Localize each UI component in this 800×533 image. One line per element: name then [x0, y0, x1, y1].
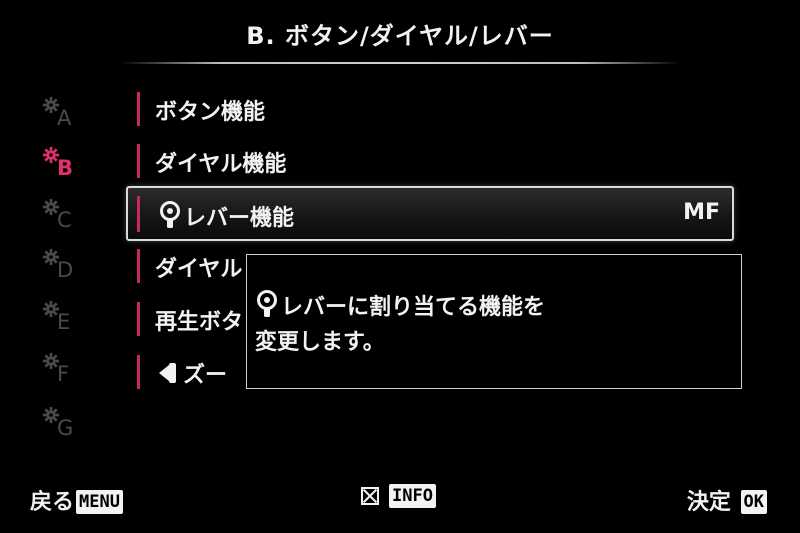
menu-item-label: ボタン機能 — [155, 100, 266, 125]
item-marker — [137, 144, 140, 178]
menu-item-button-function[interactable]: ボタン機能 — [137, 90, 737, 126]
ok-key: OK — [740, 490, 767, 514]
tab-custom-c[interactable]: C — [42, 198, 92, 238]
item-marker — [137, 249, 140, 283]
info-hint[interactable]: INFO — [361, 484, 436, 509]
menu-item-label: ズー — [183, 363, 228, 388]
close-box-icon — [361, 487, 379, 505]
menu-title: B. ボタン/ダイヤル/レバー — [246, 22, 554, 50]
tab-letter: G — [57, 416, 74, 440]
lever-icon — [160, 201, 180, 228]
tab-custom-b[interactable]: B — [42, 146, 92, 186]
tab-custom-f[interactable]: F — [42, 352, 92, 392]
menu-item-lever-function[interactable]: レバー機能 MF — [126, 186, 734, 241]
lever-icon — [257, 290, 277, 317]
zoom-lever-icon — [159, 363, 176, 383]
tab-letter: F — [57, 362, 70, 386]
tab-letter: A — [57, 106, 72, 130]
tab-letter: E — [57, 310, 71, 334]
help-text-line-1: レバーに割り当てる機能を — [281, 295, 546, 320]
back-hint[interactable]: 戻る MENU — [30, 484, 123, 516]
item-marker — [137, 92, 140, 126]
menu-item-label: ダイヤル — [155, 257, 243, 282]
tab-custom-d[interactable]: D — [42, 248, 92, 288]
title-divider — [120, 62, 680, 64]
confirm-hint[interactable]: 決定 OK — [687, 484, 767, 516]
tab-letter: B — [57, 156, 74, 180]
item-marker — [137, 302, 140, 336]
info-key: INFO — [389, 484, 436, 508]
tab-custom-g[interactable]: G — [42, 406, 92, 446]
help-text-line-2: 変更します。 — [255, 330, 385, 355]
menu-item-label: ダイヤル機能 — [155, 152, 287, 177]
tab-letter: C — [57, 208, 72, 232]
item-marker — [137, 196, 140, 232]
back-label: 戻る — [30, 490, 75, 515]
confirm-label: 決定 — [686, 490, 731, 515]
menu-key: MENU — [76, 490, 123, 514]
help-popup: レバーに割り当てる機能を 変更します。 — [246, 254, 742, 389]
item-marker — [137, 355, 140, 389]
menu-item-dial-function[interactable]: ダイヤル機能 — [137, 142, 737, 178]
menu-item-label: レバー機能 — [184, 206, 295, 231]
tab-custom-a[interactable]: A — [42, 96, 92, 136]
menu-item-value: MF — [683, 200, 720, 225]
tab-custom-e[interactable]: E — [42, 300, 92, 340]
menu-item-label: 再生ボタ — [155, 310, 244, 335]
tab-letter: D — [57, 258, 74, 282]
